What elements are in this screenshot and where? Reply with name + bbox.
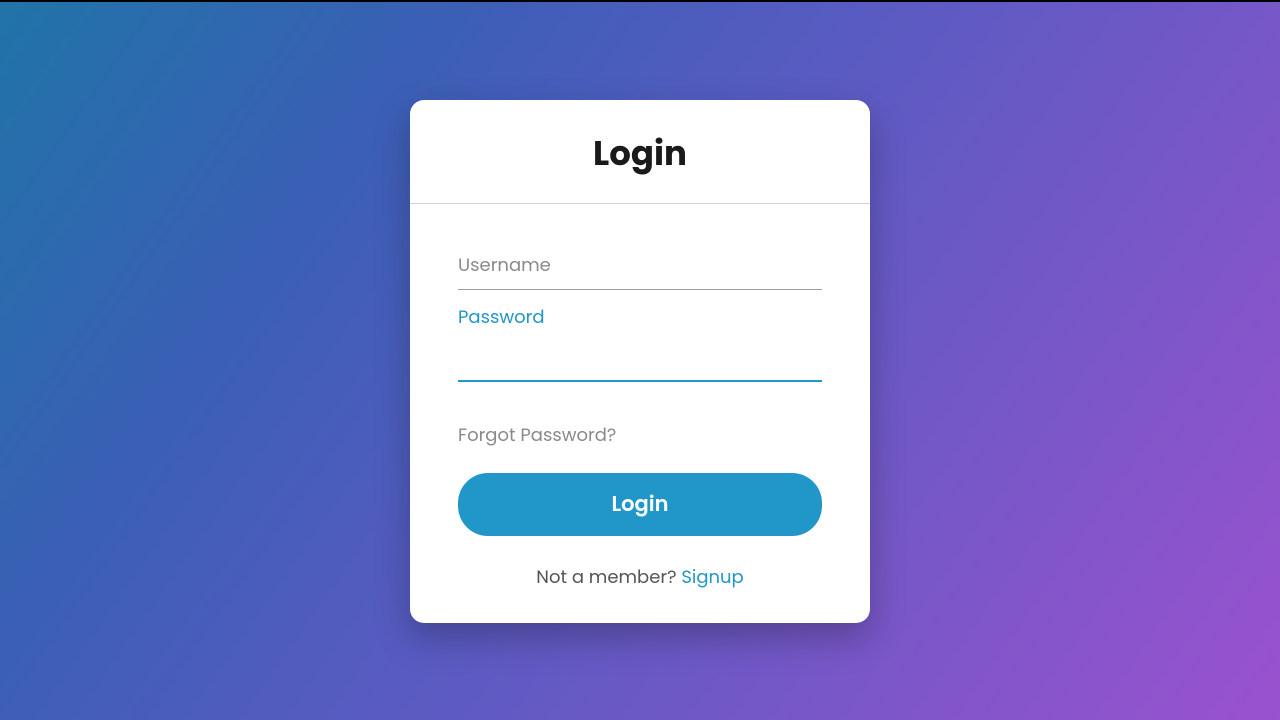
username-field-wrapper xyxy=(458,244,822,290)
signup-link[interactable]: Signup xyxy=(681,565,743,590)
login-card: Login Password Forgot Password? Login No… xyxy=(410,100,870,623)
forgot-password-link[interactable]: Forgot Password? xyxy=(458,422,616,449)
password-input[interactable] xyxy=(458,333,822,382)
page-title: Login xyxy=(410,128,870,179)
card-header: Login xyxy=(410,100,870,204)
username-input[interactable] xyxy=(458,244,822,290)
login-button[interactable]: Login xyxy=(458,473,822,536)
password-field-wrapper: Password xyxy=(458,304,822,382)
card-body: Password Forgot Password? Login Not a me… xyxy=(410,204,870,623)
signup-prompt: Not a member? xyxy=(536,565,681,590)
password-label: Password xyxy=(458,304,822,331)
signup-row: Not a member? Signup xyxy=(458,564,822,591)
